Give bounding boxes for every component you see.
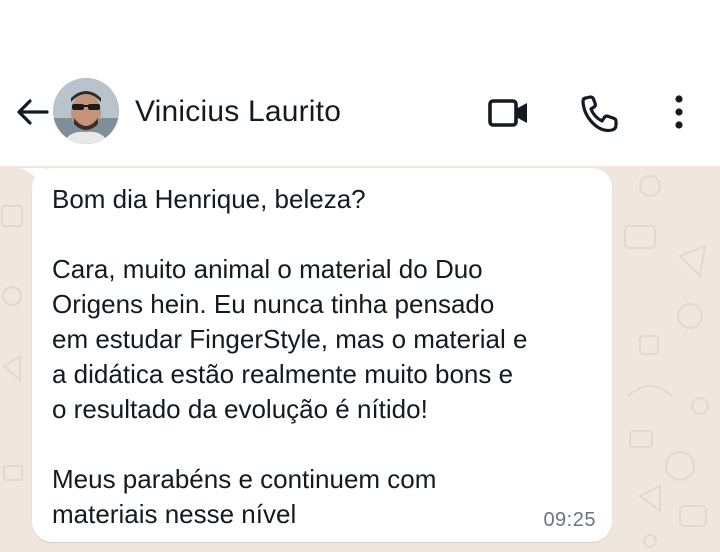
contact-avatar[interactable] [53, 78, 119, 144]
more-options-icon[interactable] [664, 92, 694, 134]
message-text: Bom dia Henrique, beleza? Cara, muito an… [52, 182, 600, 532]
back-arrow-icon[interactable] [12, 92, 52, 132]
chat-area: Bom dia Henrique, beleza? Cara, muito an… [0, 166, 720, 552]
incoming-message-bubble[interactable]: Bom dia Henrique, beleza? Cara, muito an… [32, 168, 612, 542]
voice-call-icon[interactable] [578, 92, 622, 134]
message-line: materiais nesse nível [52, 499, 297, 529]
message-line: a didática estão realmente muito bons e [52, 359, 514, 389]
message-line: Cara, muito animal o material do Duo [52, 254, 483, 284]
message-line: Origens hein. Eu nunca tinha pensado [52, 289, 495, 319]
video-call-icon[interactable] [487, 93, 531, 133]
chat-header: Vinicius Laurito [0, 0, 720, 166]
contact-name[interactable]: Vinicius Laurito [135, 94, 341, 130]
message-line: Bom dia Henrique, beleza? [52, 184, 366, 214]
message-line: em estudar FingerStyle, mas o material e [52, 324, 528, 354]
message-line: o resultado da evolução é nítido! [52, 394, 428, 424]
message-timestamp: 09:25 [543, 509, 596, 531]
message-line: Meus parabéns e continuem com [52, 464, 437, 494]
